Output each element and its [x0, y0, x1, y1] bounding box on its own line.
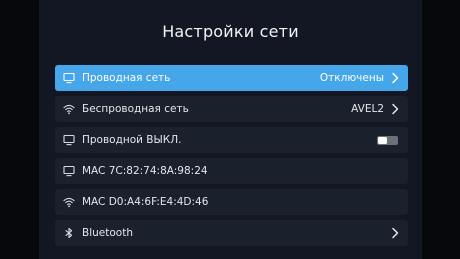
- wireless-mac-item: MAC D0:A4:6F:E4:4D:46: [55, 189, 408, 215]
- settings-list: Проводная сеть Отключены Беспроводная се…: [55, 65, 408, 251]
- wired-mac-address: MAC 7C:82:74:8A:98:24: [82, 165, 208, 177]
- bluetooth-item[interactable]: Bluetooth: [55, 220, 408, 246]
- wired-toggle-switch[interactable]: [377, 135, 398, 145]
- bluetooth-icon: [63, 227, 75, 239]
- chevron-right-icon: [390, 72, 400, 84]
- wireless-network-item[interactable]: Беспроводная сеть AVEL2: [55, 96, 408, 122]
- wired-mac-item: MAC 7C:82:74:8A:98:24: [55, 158, 408, 184]
- wireless-network-label: Беспроводная сеть: [82, 103, 189, 115]
- settings-panel: Настройки сети Проводная сеть Отключены: [39, 0, 422, 259]
- wireless-network-ssid: AVEL2: [351, 103, 384, 115]
- chevron-right-icon: [390, 227, 400, 239]
- wired-toggle-label: Проводной ВЫКЛ.: [82, 134, 182, 146]
- wifi-icon: [63, 103, 75, 115]
- wifi-icon: [63, 196, 75, 208]
- monitor-icon: [63, 72, 75, 84]
- bluetooth-label: Bluetooth: [82, 227, 133, 239]
- page-title: Настройки сети: [162, 22, 299, 41]
- wired-network-item[interactable]: Проводная сеть Отключены: [55, 65, 408, 91]
- wired-network-status: Отключены: [319, 72, 384, 84]
- network-settings-screen: Настройки сети Проводная сеть Отключены: [0, 0, 460, 259]
- toggle-knob: [378, 136, 387, 144]
- chevron-right-icon: [390, 103, 400, 115]
- wired-toggle-item[interactable]: Проводной ВЫКЛ.: [55, 127, 408, 153]
- monitor-icon: [63, 134, 75, 146]
- wireless-mac-address: MAC D0:A4:6F:E4:4D:46: [82, 196, 209, 208]
- monitor-icon: [63, 165, 75, 177]
- wired-network-label: Проводная сеть: [82, 72, 171, 84]
